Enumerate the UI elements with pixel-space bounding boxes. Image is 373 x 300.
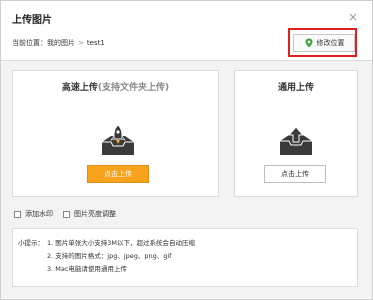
- breadcrumb: 当前位置：我的图片 > test1: [12, 38, 105, 48]
- breadcrumb-separator: >: [78, 39, 84, 47]
- watermark-option[interactable]: 添加水印: [14, 209, 53, 219]
- fast-upload-button[interactable]: 点击上传: [87, 165, 149, 183]
- brightness-label: 图片亮度调整: [74, 210, 116, 218]
- breadcrumb-root[interactable]: 我的图片: [47, 39, 75, 47]
- fast-upload-title: 高速上传: [61, 83, 98, 93]
- watermark-checkbox[interactable]: [14, 210, 21, 218]
- tip-line: 3. Mac电脑请使用通用上传: [47, 265, 127, 273]
- tips-prefix: 小提示：: [18, 239, 44, 247]
- watermark-label: 添加水印: [25, 210, 53, 218]
- annotation-highlight-box: [288, 28, 357, 57]
- tip-line: 2. 支持的图片格式：jpg、jpeg、png、gif: [47, 252, 172, 260]
- dialog-title: 上传图片: [12, 15, 52, 26]
- location-label: 当前位置：: [12, 39, 47, 47]
- tip-line: 1. 图片单张大小支持3M以下，超过系统会自动压缩: [47, 239, 196, 247]
- fast-upload-subtitle: (支持文件夹上传): [97, 83, 170, 93]
- brightness-checkbox[interactable]: [63, 210, 70, 218]
- rocket-upload-icon: [102, 124, 134, 155]
- close-icon[interactable]: ×: [348, 11, 358, 23]
- normal-upload-title: 通用上传: [277, 83, 314, 93]
- normal-upload-button[interactable]: 点击上传: [264, 165, 326, 183]
- breadcrumb-current: test1: [86, 39, 105, 47]
- tips-box: 小提示： 1. 图片单张大小支持3M以下，超过系统会自动压缩 2. 支持的图片格…: [12, 228, 358, 287]
- brightness-option[interactable]: 图片亮度调整: [63, 209, 116, 219]
- arrow-upload-icon: [280, 126, 312, 155]
- fast-upload-title-row: 高速上传(支持文件夹上传): [13, 80, 218, 93]
